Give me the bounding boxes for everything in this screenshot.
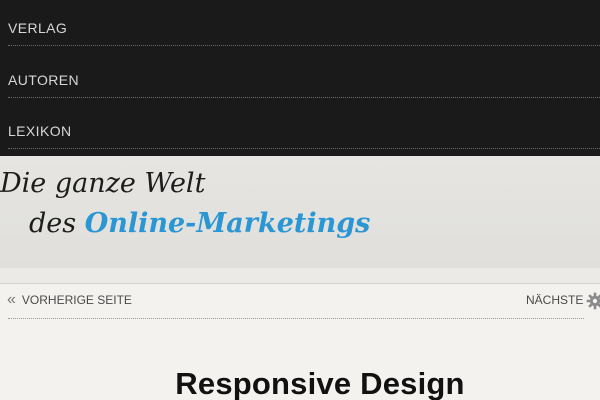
top-navigation: VERLAG AUTOREN LEXIKON bbox=[0, 0, 600, 156]
tagline-prefix: des bbox=[29, 208, 85, 239]
tagline-line-1: Die ganze Welt bbox=[0, 168, 206, 199]
nav-item-lexikon[interactable]: LEXIKON bbox=[8, 117, 600, 145]
pager-divider-top bbox=[0, 283, 600, 284]
previous-page-label: VORHERIGE SEITE bbox=[21, 293, 132, 307]
nav-divider bbox=[8, 97, 600, 98]
post-title: Responsive Design bbox=[175, 366, 465, 400]
gear-icon[interactable] bbox=[586, 292, 600, 310]
tagline-line-2: des Online-Marketings bbox=[29, 208, 370, 239]
nav-divider bbox=[8, 45, 600, 46]
nav-item-autoren[interactable]: AUTOREN bbox=[8, 66, 600, 94]
nav-divider bbox=[8, 148, 600, 149]
header-band bbox=[0, 268, 600, 284]
nav-item-verlag[interactable]: VERLAG bbox=[8, 14, 600, 42]
page: VERLAG AUTOREN LEXIKON Die ganze Welt de… bbox=[0, 0, 600, 400]
next-page-link[interactable]: NÄCHSTE SEITE bbox=[526, 290, 584, 310]
tagline-accent: Online-Marketings bbox=[84, 208, 371, 239]
double-chevron-left-icon: « bbox=[7, 291, 16, 308]
previous-page-link[interactable]: « VORHERIGE SEITE bbox=[7, 290, 132, 310]
